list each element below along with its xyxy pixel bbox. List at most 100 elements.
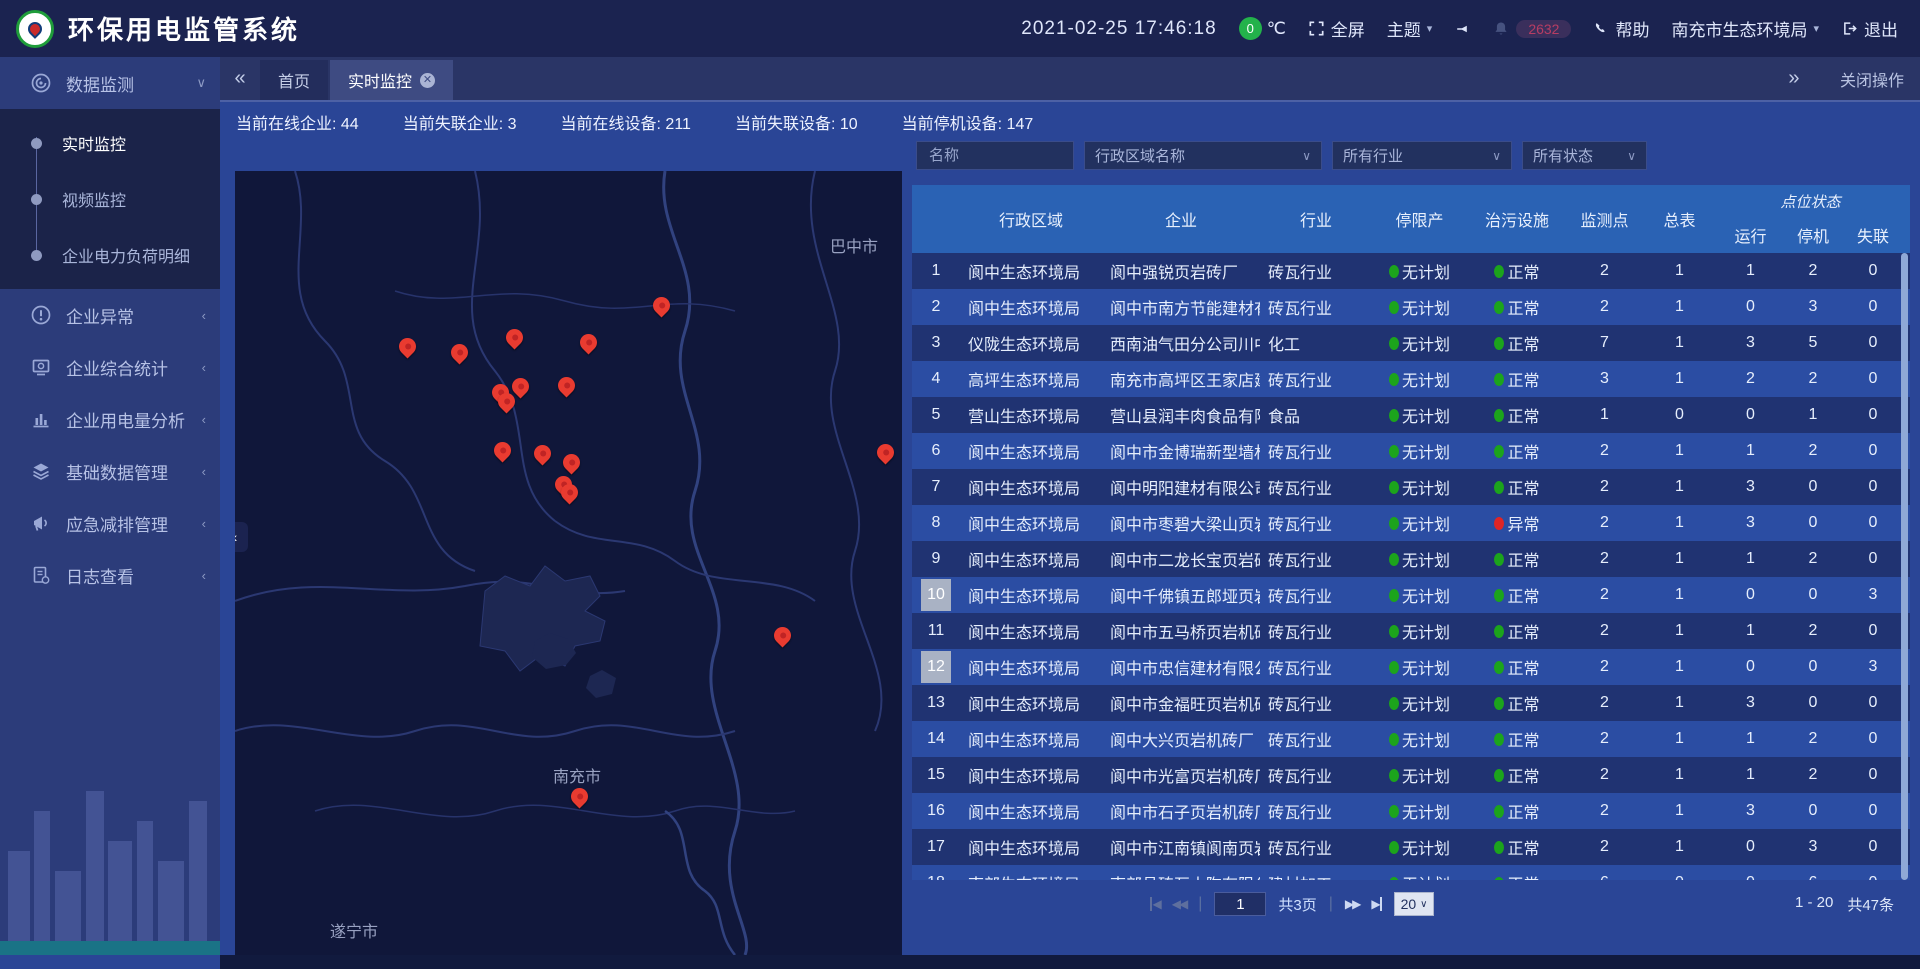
sidebar-subitem-实时监控[interactable]: 实时监控 xyxy=(0,115,220,171)
map-panel[interactable]: 巴中市南充市遂宁市 ‹ xyxy=(235,171,902,955)
status-dot-icon xyxy=(1389,589,1399,602)
status-dot-icon xyxy=(1494,481,1504,494)
cell-points: 2 xyxy=(1567,577,1642,613)
cell-meters: 1 xyxy=(1642,469,1717,505)
next-page-button[interactable]: ▶▶ xyxy=(1345,897,1359,911)
table-row[interactable]: 8阆中生态环境局阆中市枣碧大梁山页岩砖瓦行业无计划异常21300 xyxy=(912,505,1910,541)
table-row[interactable]: 2阆中生态环境局阆中市南方节能建材有砖瓦行业无计划正常21030 xyxy=(912,289,1910,325)
status-dot-icon xyxy=(1389,517,1399,530)
first-page-button[interactable]: ◀ xyxy=(1150,897,1160,911)
table-row[interactable]: 16阆中生态环境局阆中市石子页岩机砖厂砖瓦行业无计划正常21300 xyxy=(912,793,1910,829)
theme-dropdown[interactable]: 主题▾ xyxy=(1387,16,1433,41)
stats-bar: 当前在线企业: 44当前失联企业: 3当前在线设备: 211当前失联设备: 10… xyxy=(220,104,1920,140)
cell-meters: 0 xyxy=(1642,397,1717,433)
sidebar-item-3[interactable]: 企业用电量分析‹ xyxy=(0,393,220,445)
col-company: 企业 xyxy=(1102,185,1260,253)
status-dot-icon xyxy=(1389,373,1399,386)
cell-meters: 1 xyxy=(1642,433,1717,469)
chevron-down-icon: ∨ xyxy=(196,75,206,91)
status-filter-select[interactable]: 所有状态 ∨ xyxy=(1522,141,1647,170)
table-row[interactable]: 17阆中生态环境局阆中市江南镇阆南页岩砖瓦行业无计划正常21030 xyxy=(912,829,1910,865)
logout-button[interactable]: 退出 xyxy=(1841,16,1898,41)
cell-company: 阆中市枣碧大梁山页岩 xyxy=(1102,505,1260,541)
table-row[interactable]: 14阆中生态环境局阆中大兴页岩机砖厂砖瓦行业无计划正常21120 xyxy=(912,721,1910,757)
sidebar-subitem-企业电力负荷明细[interactable]: 企业电力负荷明细 xyxy=(0,227,220,283)
region-filter-select[interactable]: 行政区域名称 ∨ xyxy=(1084,141,1322,170)
table-row[interactable]: 1阆中生态环境局阆中强锐页岩砖厂砖瓦行业无计划正常21120 xyxy=(912,253,1910,289)
cell-index: 11 xyxy=(912,613,960,649)
cell-facility: 正常 xyxy=(1467,649,1567,685)
chevron-down-icon: ∨ xyxy=(1627,149,1636,163)
table-scrollbar[interactable] xyxy=(1901,253,1908,880)
cell-lost: 3 xyxy=(1842,577,1904,613)
cell-company: 阆中千佛镇五郎垭页岩 xyxy=(1102,577,1260,613)
cell-points: 3 xyxy=(1567,361,1642,397)
table-row[interactable]: 9阆中生态环境局阆中市二龙长宝页岩砖砖瓦行业无计划正常21120 xyxy=(912,541,1910,577)
prev-page-button[interactable]: ◀◀ xyxy=(1172,897,1186,911)
table-row[interactable]: 4高坪生态环境局南充市高坪区王家店建砖瓦行业无计划正常31220 xyxy=(912,361,1910,397)
table-row[interactable]: 10阆中生态环境局阆中千佛镇五郎垭页岩砖瓦行业无计划正常21003 xyxy=(912,577,1910,613)
cell-index: 12 xyxy=(912,649,960,685)
status-dot-icon xyxy=(1389,553,1399,566)
sidebar-item-label: 应急减排管理 xyxy=(66,511,168,536)
tabs-scroll-right-button[interactable]: » xyxy=(1774,57,1814,100)
cell-facility: 正常 xyxy=(1467,397,1567,433)
tab-实时监控[interactable]: 实时监控✕ xyxy=(330,60,453,100)
table-row[interactable]: 15阆中生态环境局阆中市光富页岩机砖厂砖瓦行业无计划正常21120 xyxy=(912,757,1910,793)
tab-close-icon[interactable]: ✕ xyxy=(420,73,435,88)
table-row[interactable]: 6阆中生态环境局阆中市金博瑞新型墙材砖瓦行业无计划正常21120 xyxy=(912,433,1910,469)
status-dot-icon xyxy=(1494,733,1504,746)
table-row[interactable]: 7阆中生态环境局阆中明阳建材有限公司砖瓦行业无计划正常21300 xyxy=(912,469,1910,505)
close-operations-button[interactable]: 关闭操作 xyxy=(1840,67,1904,91)
sidebar-item-5[interactable]: 应急减排管理‹ xyxy=(0,497,220,549)
cell-company: 南充市高坪区王家店建 xyxy=(1102,361,1260,397)
map-collapse-handle[interactable]: ‹ xyxy=(235,522,248,552)
fullscreen-button[interactable]: 全屏 xyxy=(1308,16,1365,41)
tabs-scroll-left-button[interactable]: « xyxy=(220,57,260,100)
temperature-badge: 0 xyxy=(1239,17,1262,40)
cell-facility: 正常 xyxy=(1467,757,1567,793)
name-filter-input[interactable] xyxy=(916,141,1074,170)
status-dot-icon xyxy=(1494,301,1504,314)
cell-region: 阆中生态环境局 xyxy=(960,721,1102,757)
status-dot-icon xyxy=(1494,553,1504,566)
table-row[interactable]: 3仪陇生态环境局西南油气田分公司川中化工无计划正常71350 xyxy=(912,325,1910,361)
submenu-dot-icon xyxy=(31,138,42,149)
logout-icon xyxy=(1841,20,1858,37)
org-dropdown[interactable]: 南充市生态环境局▾ xyxy=(1671,16,1819,41)
voice-broadcast-button[interactable] xyxy=(1454,21,1470,37)
table-row[interactable]: 5营山生态环境局营山县润丰肉食品有限食品无计划正常10010 xyxy=(912,397,1910,433)
cell-region: 阆中生态环境局 xyxy=(960,433,1102,469)
table-row[interactable]: 11阆中生态环境局阆中市五马桥页岩机砖砖瓦行业无计划正常21120 xyxy=(912,613,1910,649)
alert-icon xyxy=(30,304,52,326)
datetime: 2021-02-25 17:46:18 xyxy=(1021,18,1216,40)
page-size-select[interactable]: 20 ∨ xyxy=(1394,892,1435,916)
help-button[interactable]: 帮助 xyxy=(1593,16,1649,41)
table-row[interactable]: 13阆中生态环境局阆中市金福旺页岩机砖砖瓦行业无计划正常21300 xyxy=(912,685,1910,721)
submenu-dot-icon xyxy=(31,194,42,205)
cell-index: 16 xyxy=(912,793,960,829)
cell-lost: 0 xyxy=(1842,361,1904,397)
notifications[interactable]: 2632 xyxy=(1492,20,1571,38)
cell-industry: 砖瓦行业 xyxy=(1260,829,1372,865)
status-dot-icon xyxy=(1494,661,1504,674)
sidebar-item-4[interactable]: 基础数据管理‹ xyxy=(0,445,220,497)
sidebar-item-label: 企业用电量分析 xyxy=(66,407,185,432)
cell-lost: 0 xyxy=(1842,829,1904,865)
sidebar-item-2[interactable]: 企业综合统计‹ xyxy=(0,341,220,393)
cell-industry: 砖瓦行业 xyxy=(1260,469,1372,505)
cell-points: 2 xyxy=(1567,289,1642,325)
sidebar-item-0[interactable]: 数据监测∨ xyxy=(0,57,220,109)
page-number-input[interactable] xyxy=(1214,892,1266,916)
status-dot-icon xyxy=(1389,661,1399,674)
map-city-label: 巴中市 xyxy=(830,233,878,257)
cell-run: 1 xyxy=(1717,613,1784,649)
industry-filter-select[interactable]: 所有行业 ∨ xyxy=(1332,141,1512,170)
sidebar-subitem-视频监控[interactable]: 视频监控 xyxy=(0,171,220,227)
table-row[interactable]: 12阆中生态环境局阆中市忠信建材有限公砖瓦行业无计划正常21003 xyxy=(912,649,1910,685)
table-row[interactable]: 18南部生态环境局南部县砖瓦土陶有限公建材加工无计划正常60060 xyxy=(912,865,1910,880)
last-page-button[interactable]: ▶ xyxy=(1371,897,1381,911)
sidebar-item-6[interactable]: 日志查看‹ xyxy=(0,549,220,601)
tab-首页[interactable]: 首页 xyxy=(260,60,328,100)
sidebar-item-1[interactable]: 企业异常‹ xyxy=(0,289,220,341)
